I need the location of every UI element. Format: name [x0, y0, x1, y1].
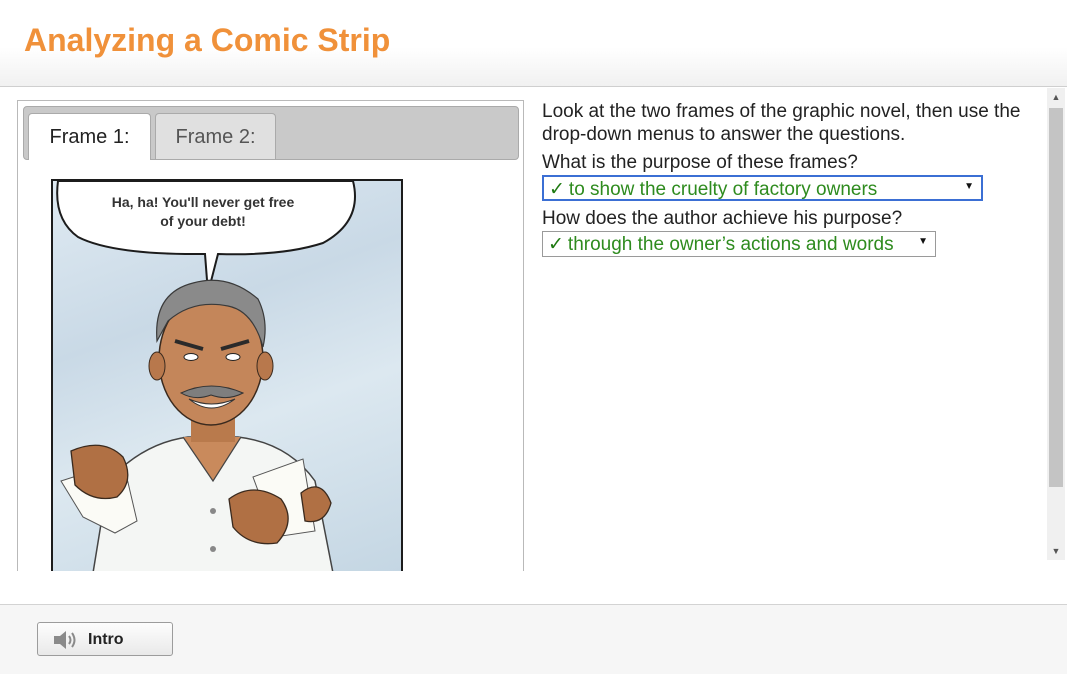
question-1-prompt: What is the purpose of these frames? [542, 152, 858, 173]
ear [256, 351, 274, 381]
frame-panel: Frame 1: Frame 2: Ha, ha! You'll never g… [17, 100, 524, 571]
question-1-answer: to show the cruelty of factory owners [568, 179, 878, 200]
scrollbar-thumb[interactable] [1049, 108, 1063, 487]
footer-bar: Intro [0, 604, 1067, 674]
dropdown-caret-icon: ▼ [918, 236, 928, 247]
question-2-dropdown[interactable]: ✓ through the owner’s actions and words ▼ [542, 231, 936, 257]
instructions-text: Look at the two frames of the graphic no… [542, 101, 1021, 145]
comic-illustration: Ha, ha! You'll never get free of your de… [56, 181, 356, 571]
question-2-answer: through the owner’s actions and words [567, 234, 894, 255]
tab-frame-1[interactable]: Frame 1: [28, 113, 151, 160]
question-panel: Look at the two frames of the graphic no… [542, 100, 1037, 565]
scroll-up-icon[interactable]: ▲ [1047, 88, 1065, 106]
speech-text-line-1: Ha, ha! You'll never get free [112, 194, 295, 210]
tab-frame-2[interactable]: Frame 2: [155, 113, 276, 159]
speech-text-line-2: of your debt! [160, 213, 246, 229]
speaker-icon [54, 631, 76, 649]
eye [225, 353, 241, 361]
vertical-scrollbar[interactable]: ▲ ▼ [1047, 88, 1065, 560]
question-2-prompt: How does the author achieve his purpose? [542, 208, 903, 229]
eye [183, 353, 199, 361]
frame-tabs: Frame 1: Frame 2: [23, 106, 519, 160]
shirt-button [210, 508, 216, 514]
question-1-dropdown[interactable]: ✓ to show the cruelty of factory owners ▼ [542, 175, 983, 201]
header-bar: Analyzing a Comic Strip [0, 0, 1067, 87]
check-icon: ✓ [549, 179, 565, 200]
page-title: Analyzing a Comic Strip [24, 22, 391, 58]
right-thumb [300, 486, 332, 523]
intro-button-label: Intro [88, 631, 124, 648]
comic-image: Ha, ha! You'll never get free of your de… [51, 179, 403, 571]
dropdown-caret-icon: ▼ [964, 181, 974, 192]
ear [148, 351, 166, 381]
intro-button[interactable]: Intro [37, 622, 173, 656]
scroll-down-icon[interactable]: ▼ [1047, 542, 1065, 560]
shirt-button [210, 546, 216, 552]
check-icon: ✓ [548, 234, 564, 255]
